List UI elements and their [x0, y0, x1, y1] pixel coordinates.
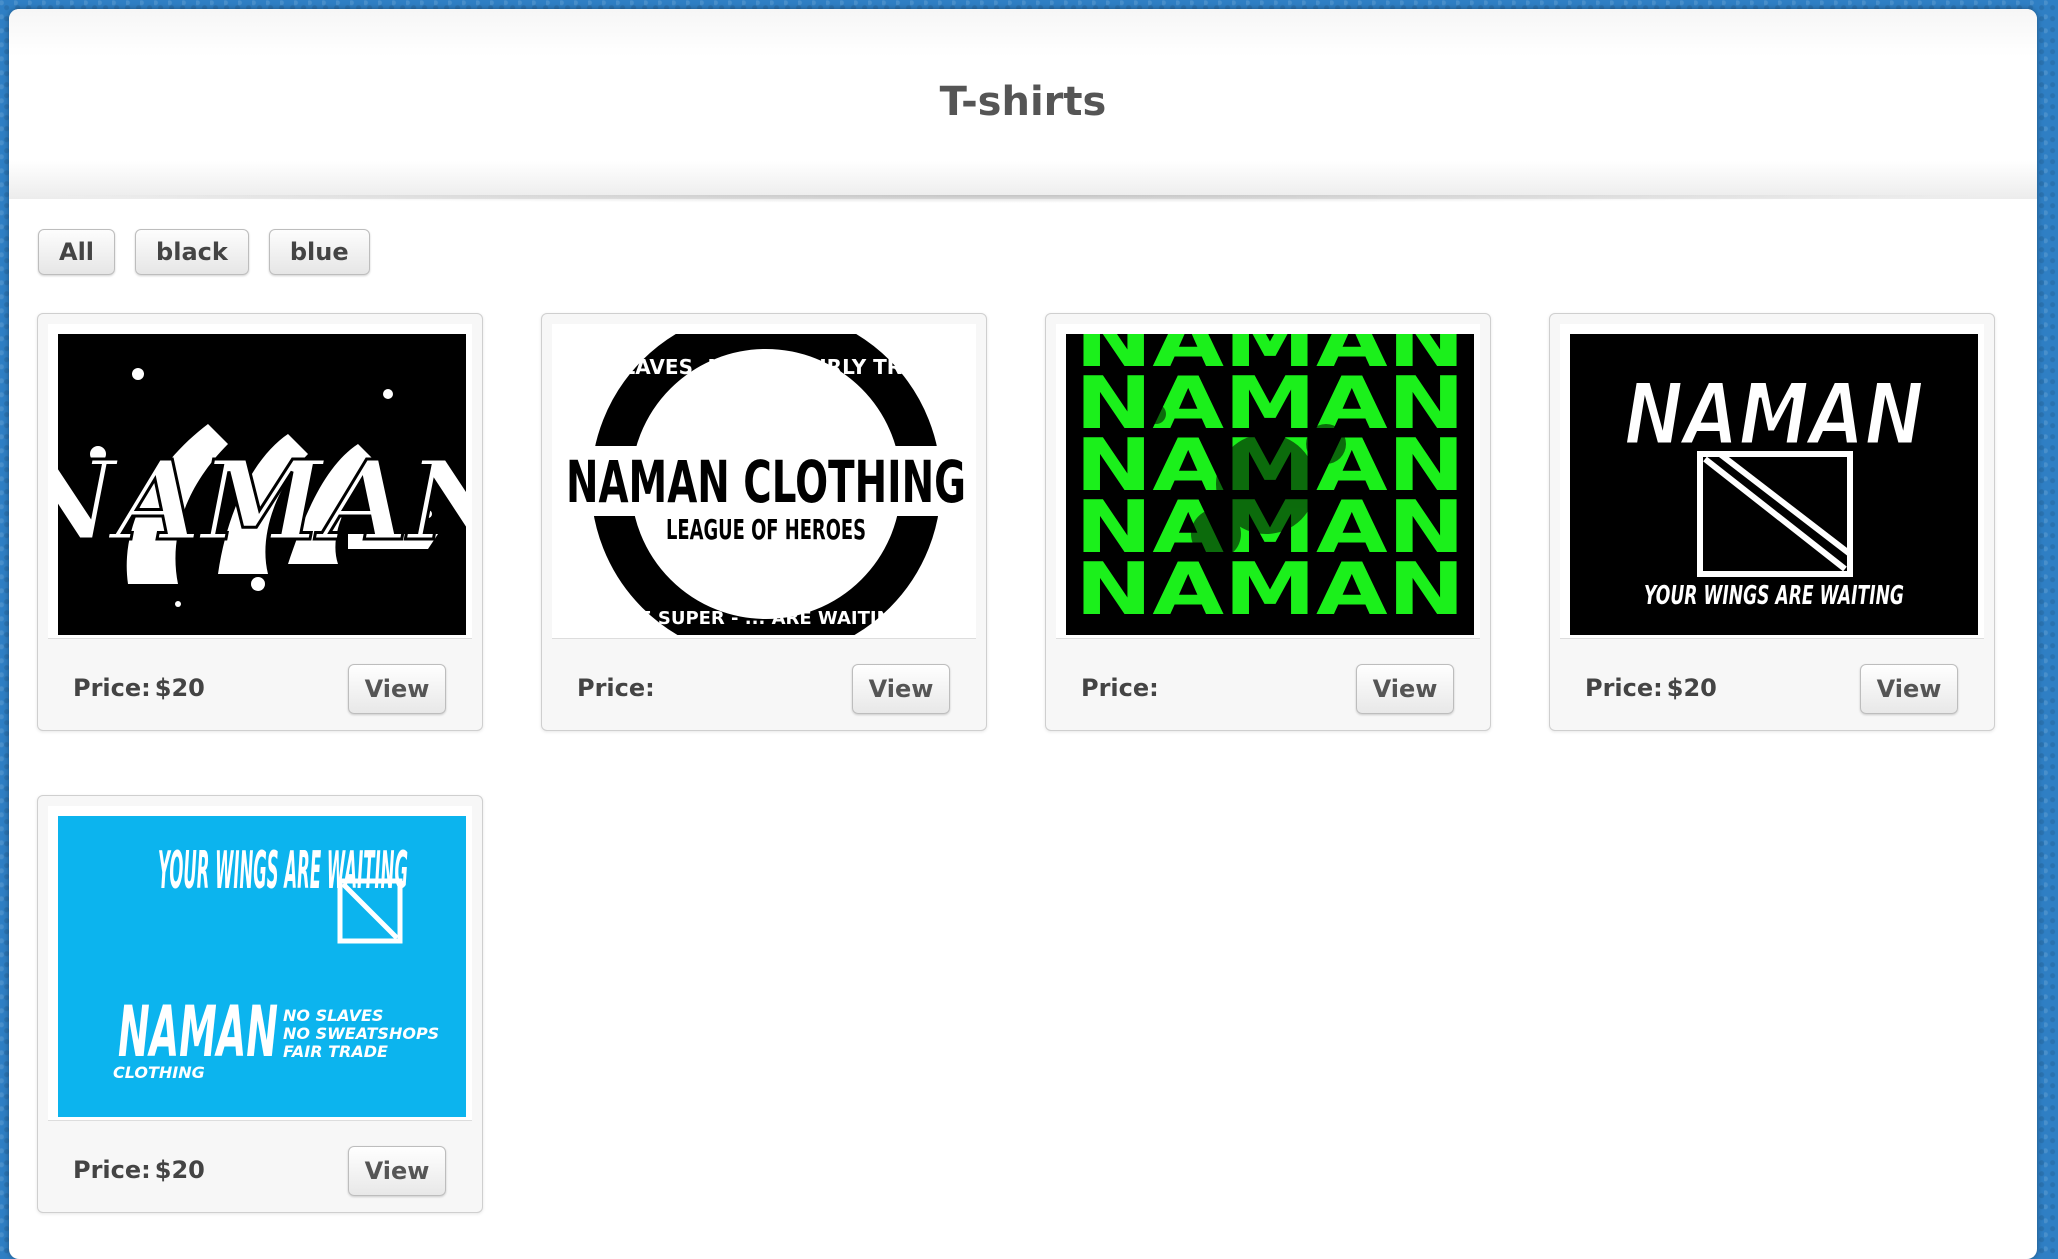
product-image-wings-blue[interactable]: YOUR WINGS ARE WAITING NAMAN CLOTHING NO… — [58, 816, 466, 1117]
svg-text:YOUR WINGS ARE WAITING: YOUR WINGS ARE WAITING — [158, 841, 408, 901]
price-label: Price: — [1585, 674, 1663, 702]
page-header: T-shirts — [9, 9, 2037, 199]
product-image-frame: NAMAN YOUR WINGS ARE WAITING — [1560, 324, 1984, 639]
price-value: $20 — [1666, 674, 1717, 702]
price-text: Price: $20 — [73, 674, 205, 702]
price-value: $20 — [154, 674, 205, 702]
filter-all-button[interactable]: All — [38, 229, 116, 275]
product-image-frame: NO SLAVES. NO S... FAIRLY TRADED NAMAN C… — [552, 324, 976, 639]
product-image-wings-black[interactable]: NAMAN YOUR WINGS ARE WAITING — [1570, 334, 1978, 635]
product-image-frame: YOUR WINGS ARE WAITING NAMAN CLOTHING NO… — [48, 806, 472, 1121]
price-value: $20 — [154, 1156, 205, 1184]
product-card: NAMAN Price:$20 View — [37, 313, 483, 731]
svg-text:NAMAN: NAMAN — [1624, 365, 1924, 465]
svg-text:NAMAN: NAMAN — [58, 436, 466, 565]
product-image-graffiti[interactable]: NAMAN — [58, 334, 466, 635]
svg-text:LEAGUE OF HEROES: LEAGUE OF HEROES — [666, 513, 866, 546]
svg-text:NO SLAVES. NO S... FAIRLY TRAD: NO SLAVES. NO S... FAIRLY TRADED — [567, 355, 964, 379]
svg-text:NO SWEATSHOPS: NO SWEATSHOPS — [283, 1024, 439, 1043]
price-text: Price: $20 — [1585, 674, 1717, 702]
svg-text:BE SUPER - ... ARE WAITING: BE SUPER - ... ARE WAITING — [626, 608, 907, 629]
price-label: Price: — [577, 674, 655, 702]
product-card: NAMAN YOUR WINGS ARE WAITING Price: $20 V… — [1549, 313, 1995, 731]
filter-bar: All black blue — [38, 229, 370, 275]
product-image-naman-clothing[interactable]: NO SLAVES. NO S... FAIRLY TRADED NAMAN C… — [562, 334, 970, 635]
price-text: Price: — [1081, 674, 1163, 702]
svg-text:NAMAN: NAMAN — [118, 991, 278, 1073]
main-panel: T-shirts All black blue AMA Price: $20 V… — [9, 9, 2037, 1259]
svg-text:NO SLAVES: NO SLAVES — [283, 1006, 383, 1025]
svg-text:FAIR TRADE: FAIR TRADE — [283, 1042, 388, 1061]
filter-black-button[interactable]: black — [135, 229, 249, 275]
svg-text:NAMAN: NAMAN — [1075, 547, 1465, 631]
svg-text:YOUR WINGS ARE WAITING: YOUR WINGS ARE WAITING — [1644, 581, 1904, 611]
price-text: Price: $20 — [73, 1156, 205, 1184]
page-title: T-shirts — [939, 79, 1107, 125]
price-label: Price: — [1081, 674, 1159, 702]
view-button[interactable]: View — [348, 664, 446, 714]
view-button[interactable]: View — [1356, 664, 1454, 714]
filter-blue-button[interactable]: blue — [268, 229, 370, 275]
product-image-frame: NAMAN NAMAN NAMAN NAMAN NAMAN — [1056, 324, 1480, 639]
product-card: NAMAN NAMAN NAMAN NAMAN NAMAN Price: Vie… — [1045, 313, 1491, 731]
header-divider — [39, 195, 1997, 203]
product-image-frame: NAMAN — [48, 324, 472, 639]
svg-text:NAMAN CLOTHING: NAMAN CLOTHING — [566, 448, 966, 516]
price-label: Price: — [73, 1156, 151, 1184]
view-button[interactable]: View — [1860, 664, 1958, 714]
price-text: Price: — [577, 674, 659, 702]
view-button[interactable]: View — [852, 664, 950, 714]
price-label: Price: — [73, 674, 151, 702]
product-card: YOUR WINGS ARE WAITING NAMAN CLOTHING NO… — [37, 795, 483, 1213]
product-card: NO SLAVES. NO S... FAIRLY TRADED NAMAN C… — [541, 313, 987, 731]
svg-text:CLOTHING: CLOTHING — [113, 1063, 205, 1082]
product-image-green-naman[interactable]: NAMAN NAMAN NAMAN NAMAN NAMAN — [1066, 334, 1474, 635]
view-button[interactable]: View — [348, 1146, 446, 1196]
